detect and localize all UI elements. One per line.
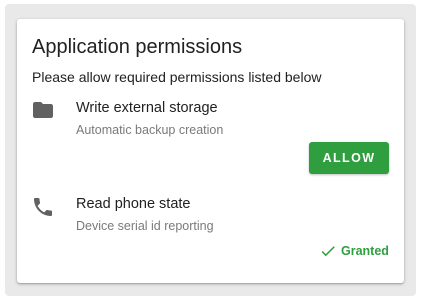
permission-title: Write external storage [76,100,218,116]
permissions-card: Application permissions Please allow req… [17,19,404,283]
phone-icon [31,195,55,219]
dialog-subtitle: Please allow required permissions listed… [32,69,322,85]
permission-description: Automatic backup creation [76,123,224,137]
dialog-title: Application permissions [32,36,243,58]
check-icon [321,246,335,257]
permission-title: Read phone state [76,196,191,212]
granted-status: Granted [319,242,389,260]
allow-button[interactable]: ALLOW [309,142,389,174]
granted-label: Granted [341,244,389,258]
folder-icon [31,98,55,122]
permission-description: Device serial id reporting [76,219,214,233]
